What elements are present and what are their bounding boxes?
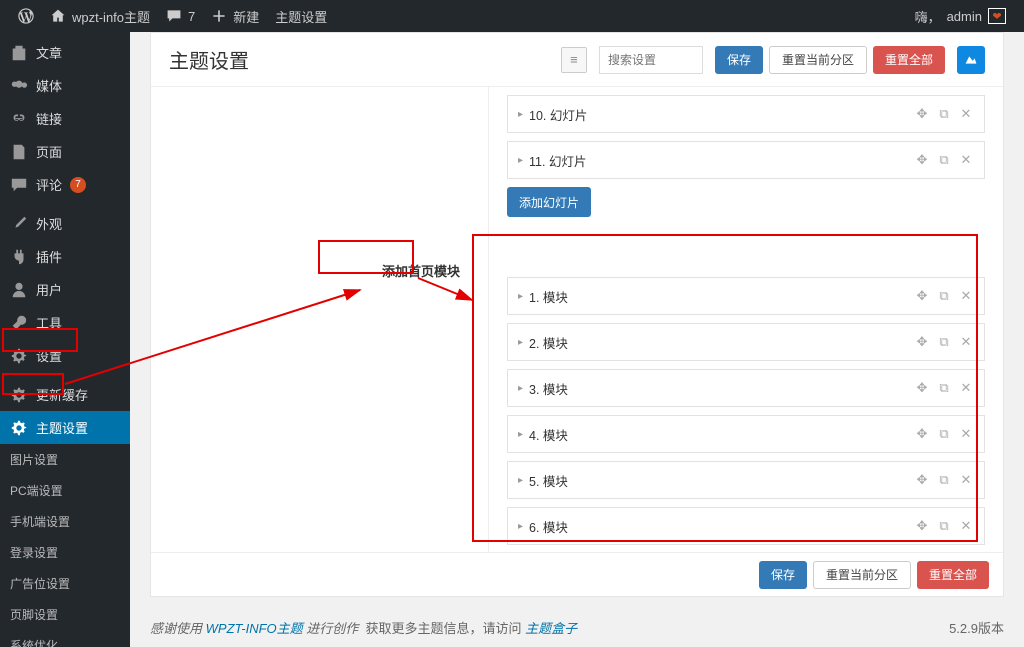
close-icon[interactable]: ✕ xyxy=(958,152,974,168)
admin-bar: wpzt-info主题 7 新建 主题设置 嗨，admin ❤ xyxy=(0,0,1024,32)
move-icon[interactable]: ✥ xyxy=(914,334,930,350)
chevron-right-icon: ▸ xyxy=(518,109,523,120)
chevron-right-icon: ▸ xyxy=(518,521,523,532)
copy-icon[interactable]: ⧉ xyxy=(936,288,952,304)
section-label-col: 添加首页模块 xyxy=(151,87,489,552)
admin-sidebar: 文章 媒体 链接 页面 评论7 外观 插件 用户 工具 设置 更新缓存 主题设置… xyxy=(0,32,130,647)
move-icon[interactable]: ✥ xyxy=(914,472,930,488)
copy-icon[interactable]: ⧉ xyxy=(936,152,952,168)
move-icon[interactable]: ✥ xyxy=(914,380,930,396)
plus-icon xyxy=(211,8,227,24)
subnav-optimize[interactable]: 系统优化 xyxy=(0,630,130,647)
theme-box-link[interactable]: 主题盒子 xyxy=(525,618,577,637)
chevron-right-icon: ▸ xyxy=(518,429,523,440)
add-new-link[interactable]: 新建 xyxy=(203,0,267,32)
close-icon[interactable]: ✕ xyxy=(958,472,974,488)
reset-all-button-top[interactable]: 重置全部 xyxy=(873,46,945,74)
comments-link[interactable]: 7 xyxy=(158,0,203,32)
subnav-login[interactable]: 登录设置 xyxy=(0,537,130,568)
reset-section-button-bottom[interactable]: 重置当前分区 xyxy=(813,561,911,589)
nav-appearance[interactable]: 外观 xyxy=(0,207,130,240)
nav-pages[interactable]: 页面 xyxy=(0,135,130,168)
panel-header: 主题设置 ≡ 保存 重置当前分区 重置全部 xyxy=(151,33,1003,87)
home-icon xyxy=(50,8,66,24)
fields-col: ▸ 10. 幻灯片 ✥⧉✕ ▸ 11. 幻灯片 ✥⧉✕ 添加幻灯片 ▸1. 模块… xyxy=(489,87,1003,552)
move-icon[interactable]: ✥ xyxy=(914,288,930,304)
brand-logo xyxy=(957,46,985,74)
close-icon[interactable]: ✕ xyxy=(958,334,974,350)
subnav-mobile[interactable]: 手机端设置 xyxy=(0,506,130,537)
module-row[interactable]: ▸1. 模块✥⧉✕ xyxy=(507,277,985,315)
main-content: 主题设置 ≡ 保存 重置当前分区 重置全部 添加首页模块 xyxy=(130,32,1024,647)
theme-link[interactable]: WPZT-INFO主题 xyxy=(206,618,303,637)
subnav-ads[interactable]: 广告位设置 xyxy=(0,568,130,599)
copy-icon[interactable]: ⧉ xyxy=(936,334,952,350)
chevron-right-icon: ▸ xyxy=(518,337,523,348)
copy-icon[interactable]: ⧉ xyxy=(936,472,952,488)
footer-credits: 感谢使用 WPZT-INFO主题 进行创作 获取更多主题信息，请访问 主题盒子 … xyxy=(130,607,1024,647)
wp-logo[interactable] xyxy=(10,0,42,32)
module-row[interactable]: ▸4. 模块✥⧉✕ xyxy=(507,415,985,453)
subnav-pc[interactable]: PC端设置 xyxy=(0,475,130,506)
move-icon[interactable]: ✥ xyxy=(914,106,930,122)
nav-settings[interactable]: 设置 xyxy=(0,339,130,372)
toggle-view-button[interactable]: ≡ xyxy=(561,47,587,73)
nav-links[interactable]: 链接 xyxy=(0,102,130,135)
subnav-footer[interactable]: 页脚设置 xyxy=(0,599,130,630)
search-input[interactable] xyxy=(599,46,703,74)
nav-users[interactable]: 用户 xyxy=(0,273,130,306)
module-row[interactable]: ▸5. 模块✥⧉✕ xyxy=(507,461,985,499)
slide-row[interactable]: ▸ 11. 幻灯片 ✥⧉✕ xyxy=(507,141,985,179)
add-slide-button[interactable]: 添加幻灯片 xyxy=(507,187,591,217)
chevron-right-icon: ▸ xyxy=(518,291,523,302)
page-title: 主题设置 xyxy=(169,45,561,74)
close-icon[interactable]: ✕ xyxy=(958,288,974,304)
comment-count-badge: 7 xyxy=(70,177,86,193)
reset-section-button-top[interactable]: 重置当前分区 xyxy=(769,46,867,74)
copy-icon[interactable]: ⧉ xyxy=(936,426,952,442)
nav-refresh-cache[interactable]: 更新缓存 xyxy=(0,378,130,411)
module-row[interactable]: ▸2. 模块✥⧉✕ xyxy=(507,323,985,361)
move-icon[interactable]: ✥ xyxy=(914,518,930,534)
nav-theme-settings[interactable]: 主题设置 xyxy=(0,411,130,444)
chevron-right-icon: ▸ xyxy=(518,383,523,394)
slide-row[interactable]: ▸ 10. 幻灯片 ✥⧉✕ xyxy=(507,95,985,133)
chevron-right-icon: ▸ xyxy=(518,475,523,486)
reset-all-button-bottom[interactable]: 重置全部 xyxy=(917,561,989,589)
close-icon[interactable]: ✕ xyxy=(958,518,974,534)
nav-comments[interactable]: 评论7 xyxy=(0,168,130,201)
nav-tools[interactable]: 工具 xyxy=(0,306,130,339)
settings-panel: 主题设置 ≡ 保存 重置当前分区 重置全部 添加首页模块 xyxy=(150,32,1004,597)
user-account[interactable]: 嗨，admin ❤ xyxy=(907,0,1014,32)
copy-icon[interactable]: ⧉ xyxy=(936,518,952,534)
chevron-right-icon: ▸ xyxy=(518,155,523,166)
move-icon[interactable]: ✥ xyxy=(914,152,930,168)
avatar: ❤ xyxy=(988,8,1006,24)
save-button-top[interactable]: 保存 xyxy=(715,46,763,74)
save-button-bottom[interactable]: 保存 xyxy=(759,561,807,589)
nav-media[interactable]: 媒体 xyxy=(0,69,130,102)
version-label: 5.2.9版本 xyxy=(949,618,1004,637)
module-row[interactable]: ▸6. 模块✥⧉✕ xyxy=(507,507,985,545)
comment-icon xyxy=(166,8,182,24)
site-home-link[interactable]: wpzt-info主题 xyxy=(42,0,158,32)
module-row[interactable]: ▸3. 模块✥⧉✕ xyxy=(507,369,985,407)
subnav-image[interactable]: 图片设置 xyxy=(0,444,130,475)
nav-plugins[interactable]: 插件 xyxy=(0,240,130,273)
panel-footer: 保存 重置当前分区 重置全部 xyxy=(151,552,1003,596)
close-icon[interactable]: ✕ xyxy=(958,106,974,122)
move-icon[interactable]: ✥ xyxy=(914,426,930,442)
close-icon[interactable]: ✕ xyxy=(958,426,974,442)
copy-icon[interactable]: ⧉ xyxy=(936,106,952,122)
theme-settings-link[interactable]: 主题设置 xyxy=(267,0,335,32)
section-title: 添加首页模块 xyxy=(151,247,488,294)
close-icon[interactable]: ✕ xyxy=(958,380,974,396)
nav-posts[interactable]: 文章 xyxy=(0,36,130,69)
copy-icon[interactable]: ⧉ xyxy=(936,380,952,396)
